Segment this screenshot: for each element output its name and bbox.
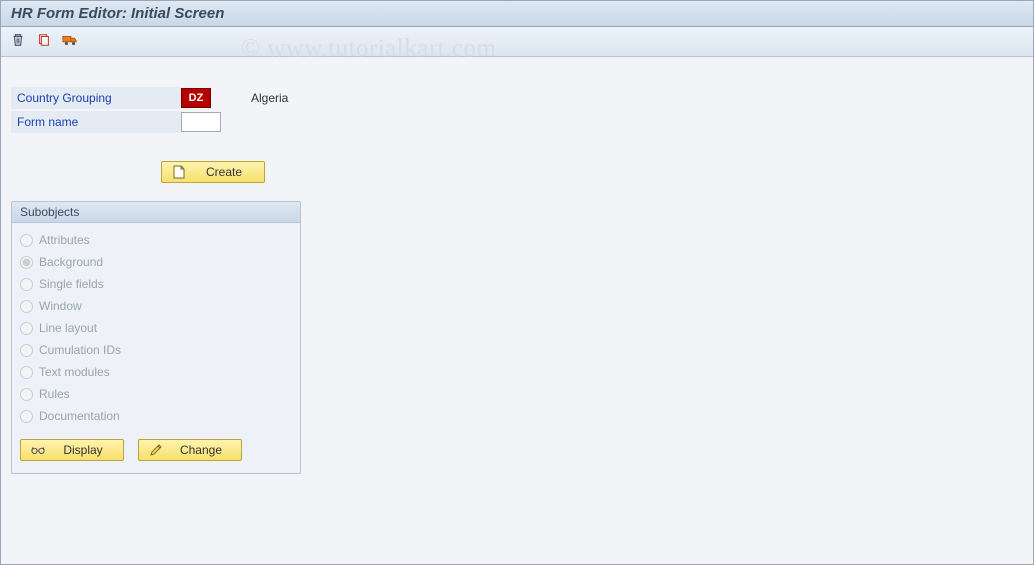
radio-attributes[interactable]: Attributes xyxy=(20,229,292,251)
create-button[interactable]: Create xyxy=(161,161,265,183)
copy-icon xyxy=(37,33,51,50)
radio-input[interactable] xyxy=(20,388,33,401)
copy-button[interactable] xyxy=(33,31,55,53)
title-bar: HR Form Editor: Initial Screen xyxy=(1,1,1033,27)
create-row: Create xyxy=(161,161,1023,183)
pencil-icon xyxy=(149,444,163,456)
country-grouping-code[interactable]: DZ xyxy=(181,88,211,108)
radio-input[interactable] xyxy=(20,322,33,335)
radio-input[interactable] xyxy=(20,234,33,247)
radio-documentation[interactable]: Documentation xyxy=(20,405,292,427)
radio-input[interactable] xyxy=(20,300,33,313)
radio-cumulation-ids[interactable]: Cumulation IDs xyxy=(20,339,292,361)
form-name-row: Form name xyxy=(11,111,1023,133)
display-button-label: Display xyxy=(53,443,113,457)
display-button[interactable]: Display xyxy=(20,439,124,461)
country-grouping-description: Algeria xyxy=(251,91,288,105)
radio-single-fields[interactable]: Single fields xyxy=(20,273,292,295)
radio-input[interactable] xyxy=(20,410,33,423)
truck-icon xyxy=(62,33,78,50)
document-icon xyxy=(172,165,186,179)
radio-label: Rules xyxy=(39,387,70,401)
country-grouping-row: Country Grouping DZ Algeria xyxy=(11,87,1023,109)
form-name-label: Form name xyxy=(11,111,181,133)
radio-label: Window xyxy=(39,299,82,313)
form-name-input[interactable] xyxy=(181,112,221,132)
radio-text-modules[interactable]: Text modules xyxy=(20,361,292,383)
create-button-label: Create xyxy=(194,165,254,179)
radio-label: Background xyxy=(39,255,103,269)
radio-label: Single fields xyxy=(39,277,104,291)
change-button-label: Change xyxy=(171,443,231,457)
radio-label: Cumulation IDs xyxy=(39,343,121,357)
radio-window[interactable]: Window xyxy=(20,295,292,317)
radio-label: Text modules xyxy=(39,365,110,379)
radio-rules[interactable]: Rules xyxy=(20,383,292,405)
glasses-icon xyxy=(31,445,45,455)
subobjects-groupbox: Subobjects Attributes Background Single … xyxy=(11,201,301,474)
radio-input[interactable] xyxy=(20,366,33,379)
subobjects-radio-list: Attributes Background Single fields Wind… xyxy=(12,223,300,429)
subobjects-title: Subobjects xyxy=(12,202,300,223)
radio-input[interactable] xyxy=(20,256,33,269)
country-grouping-label: Country Grouping xyxy=(11,87,181,109)
radio-input[interactable] xyxy=(20,344,33,357)
radio-background[interactable]: Background xyxy=(20,251,292,273)
trash-icon xyxy=(11,33,25,50)
radio-label: Attributes xyxy=(39,233,90,247)
radio-label: Documentation xyxy=(39,409,120,423)
page-title: HR Form Editor: Initial Screen xyxy=(11,5,224,22)
subobjects-footer: Display Change xyxy=(12,429,300,473)
change-button[interactable]: Change xyxy=(138,439,242,461)
transport-button[interactable] xyxy=(59,31,81,53)
content-area: Country Grouping DZ Algeria Form name Cr… xyxy=(1,57,1033,484)
toolbar xyxy=(1,27,1033,57)
radio-label: Line layout xyxy=(39,321,97,335)
radio-line-layout[interactable]: Line layout xyxy=(20,317,292,339)
radio-input[interactable] xyxy=(20,278,33,291)
delete-button[interactable] xyxy=(7,31,29,53)
